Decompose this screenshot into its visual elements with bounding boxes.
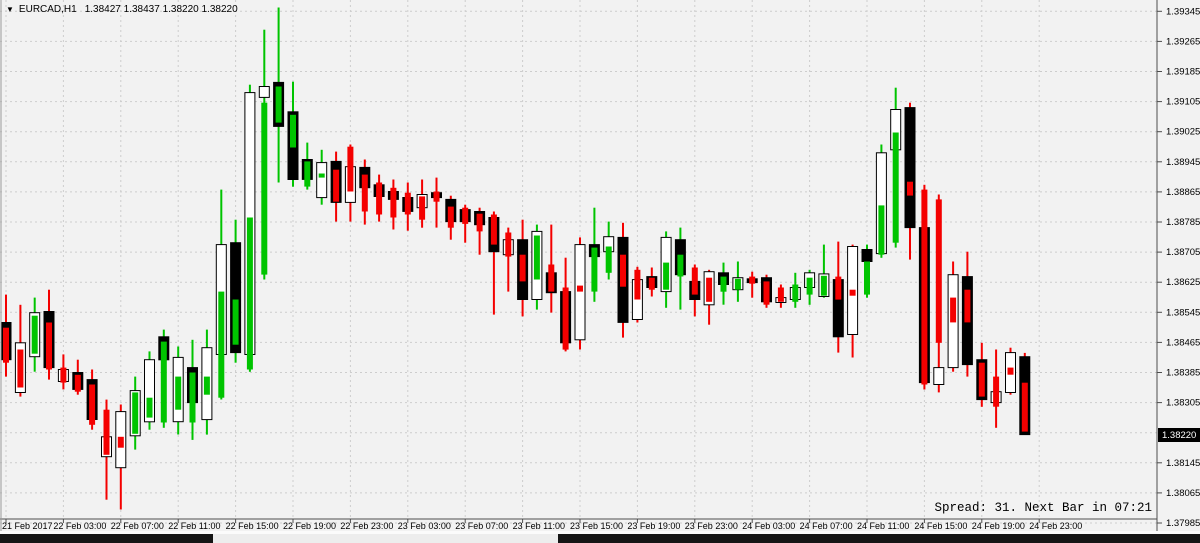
time-axis-label: 24 Feb 11:00 — [857, 521, 909, 531]
ohlc-values: 1.38427 1.38437 1.38220 1.38220 — [85, 4, 238, 15]
price-axis-label: 1.38705 — [1166, 247, 1200, 258]
time-axis-label: 23 Feb 03:00 — [398, 521, 451, 531]
time-axis-label: 21 Feb 2017 — [2, 521, 53, 531]
time-axis-label: 24 Feb 03:00 — [742, 521, 795, 531]
candle — [1006, 348, 1016, 395]
time-axis-label: 22 Feb 15:00 — [226, 521, 279, 531]
price-axis-label: 1.38625 — [1166, 277, 1200, 288]
time-axis-label: 23 Feb 11:00 — [513, 521, 565, 531]
price-axis-label: 1.39345 — [1166, 6, 1200, 17]
price-axis-label: 1.38865 — [1166, 187, 1200, 198]
price-axis-label: 1.38545 — [1166, 307, 1200, 318]
candle — [948, 262, 958, 372]
price-axis-label: 1.38145 — [1166, 458, 1200, 469]
price-axis-label: 1.38465 — [1166, 337, 1200, 348]
chart-dropdown-icon[interactable]: ▼ — [6, 5, 14, 15]
time-axis-label: 23 Feb 15:00 — [570, 521, 623, 531]
chart-title: ▼ EURCAD,H1 1.38427 1.38437 1.38220 1.38… — [6, 3, 238, 16]
time-axis-label: 24 Feb 15:00 — [914, 521, 967, 531]
price-axis-label: 1.39025 — [1166, 127, 1200, 138]
candle — [145, 351, 155, 429]
time-axis-label: 24 Feb 07:00 — [800, 521, 853, 531]
price-axis-label: 1.38385 — [1166, 368, 1200, 379]
time-axis-label: 23 Feb 07:00 — [455, 521, 508, 531]
price-axis-label: 1.38945 — [1166, 157, 1200, 168]
spread-nextbar-label: Spread: 31. Next Bar in 07:21 — [934, 501, 1152, 515]
candle — [575, 237, 585, 349]
price-axis-label: 1.39185 — [1166, 67, 1200, 78]
scrollbar-thumb[interactable] — [213, 534, 558, 543]
candle — [532, 225, 542, 310]
horizontal-scrollbar[interactable] — [0, 534, 1200, 543]
candle — [876, 145, 886, 258]
time-axis-label: 22 Feb 11:00 — [168, 521, 220, 531]
time-axis-label: 23 Feb 23:00 — [685, 521, 738, 531]
candle — [1020, 353, 1030, 435]
time-axis-label: 24 Feb 23:00 — [1029, 521, 1082, 531]
price-axis-label: 1.39105 — [1166, 97, 1200, 108]
symbol-timeframe-label: EURCAD,H1 — [19, 4, 77, 15]
candle — [618, 223, 628, 338]
chart-window: 21 Feb 201722 Feb 03:00 22 Feb 07:00 22 Fe… — [0, 0, 1200, 543]
time-axis-label: 23 Feb 19:00 — [627, 521, 680, 531]
price-axis-label: 1.39265 — [1166, 36, 1200, 47]
time-axis-label: 22 Feb 03:00 — [53, 521, 106, 531]
time-axis-label: 22 Feb 07:00 — [111, 521, 164, 531]
time-axis-label: 22 Feb 19:00 — [283, 521, 336, 531]
time-axis-label: 22 Feb 23:00 — [340, 521, 393, 531]
price-axis-label: 1.38065 — [1166, 488, 1200, 499]
price-axis-label: 1.37985 — [1166, 518, 1200, 529]
chart-background — [0, 0, 1200, 543]
current-price-tag: 1.38220 — [1158, 428, 1200, 442]
price-axis-label: 1.38305 — [1166, 398, 1200, 409]
time-axis-label: 24 Feb 19:00 — [972, 521, 1025, 531]
candle — [173, 347, 183, 435]
price-chart-area[interactable]: 21 Feb 201722 Feb 03:00 22 Feb 07:00 22 Fe… — [0, 0, 1200, 543]
candlestick-chart[interactable]: 21 Feb 201722 Feb 03:00 22 Feb 07:00 22 Fe… — [0, 0, 1200, 543]
price-axis-label: 1.38785 — [1166, 217, 1200, 228]
candle — [245, 85, 255, 372]
